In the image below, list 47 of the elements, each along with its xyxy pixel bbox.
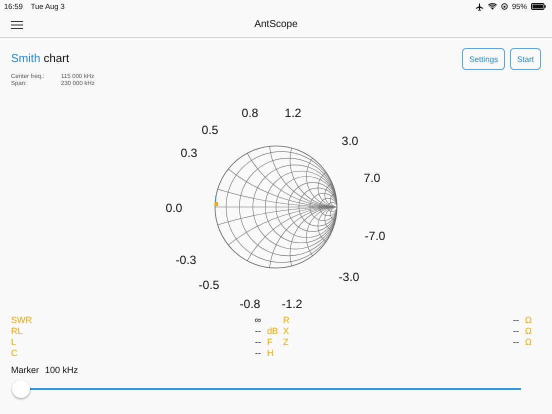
menu-icon bbox=[10, 20, 24, 30]
axis-label: -3.0 bbox=[338, 270, 360, 284]
readout-value: -- bbox=[513, 315, 519, 326]
settings-button[interactable]: Settings bbox=[462, 48, 506, 70]
readout-label: RL bbox=[11, 326, 24, 337]
readout-value: ∞ bbox=[254, 315, 261, 326]
readout-label: X bbox=[283, 326, 290, 337]
axis-label: 1.2 bbox=[284, 106, 302, 120]
readout-label: R bbox=[283, 315, 290, 326]
axis-label: 7.0 bbox=[364, 171, 380, 185]
marker-label: Marker bbox=[11, 365, 40, 375]
readout-unit: Ω bbox=[524, 337, 533, 348]
readout-label: L bbox=[11, 337, 18, 348]
readout-label: C bbox=[11, 348, 18, 359]
battery-icon bbox=[531, 3, 546, 10]
readout-unit: F bbox=[266, 337, 274, 348]
wifi-icon bbox=[488, 3, 497, 10]
readout-unit: H bbox=[266, 348, 274, 359]
axis-label: -0.5 bbox=[198, 278, 220, 292]
menu-button[interactable] bbox=[10, 20, 24, 30]
readout-unit: Ω bbox=[524, 315, 533, 326]
slider-thumb[interactable] bbox=[12, 380, 30, 398]
marker-value: 100 kHz bbox=[45, 365, 78, 375]
readout-value: -- bbox=[254, 337, 261, 348]
axis-label: 0.5 bbox=[202, 123, 218, 137]
readout-value: -- bbox=[254, 326, 261, 337]
start-button[interactable]: Start bbox=[510, 48, 541, 70]
readout-unit: Ω bbox=[524, 326, 533, 337]
airplane-icon bbox=[474, 2, 484, 10]
axis-label: 0.8 bbox=[242, 106, 258, 120]
readout-value: -- bbox=[513, 326, 519, 337]
axis-label: -0.3 bbox=[176, 253, 196, 267]
readout-value: -- bbox=[254, 348, 261, 359]
axis-label: -7.0 bbox=[364, 229, 386, 243]
readout-unit: dB bbox=[266, 326, 280, 337]
chart-title-accent: Smith bbox=[11, 52, 40, 64]
app-title: AntScope bbox=[254, 19, 298, 30]
axis-label: 3.0 bbox=[342, 134, 358, 148]
readout-value: -- bbox=[513, 337, 519, 348]
axis-label: 0.0 bbox=[166, 201, 182, 215]
readout-label: Z bbox=[283, 337, 290, 348]
readout-label: SWR bbox=[11, 315, 33, 326]
chart-title: chart bbox=[42, 52, 70, 64]
orientation-lock-icon bbox=[500, 3, 508, 10]
axis-label: 0.3 bbox=[180, 146, 198, 160]
axis-label: -0.8 bbox=[240, 297, 260, 311]
axis-label: -1.2 bbox=[282, 297, 302, 311]
